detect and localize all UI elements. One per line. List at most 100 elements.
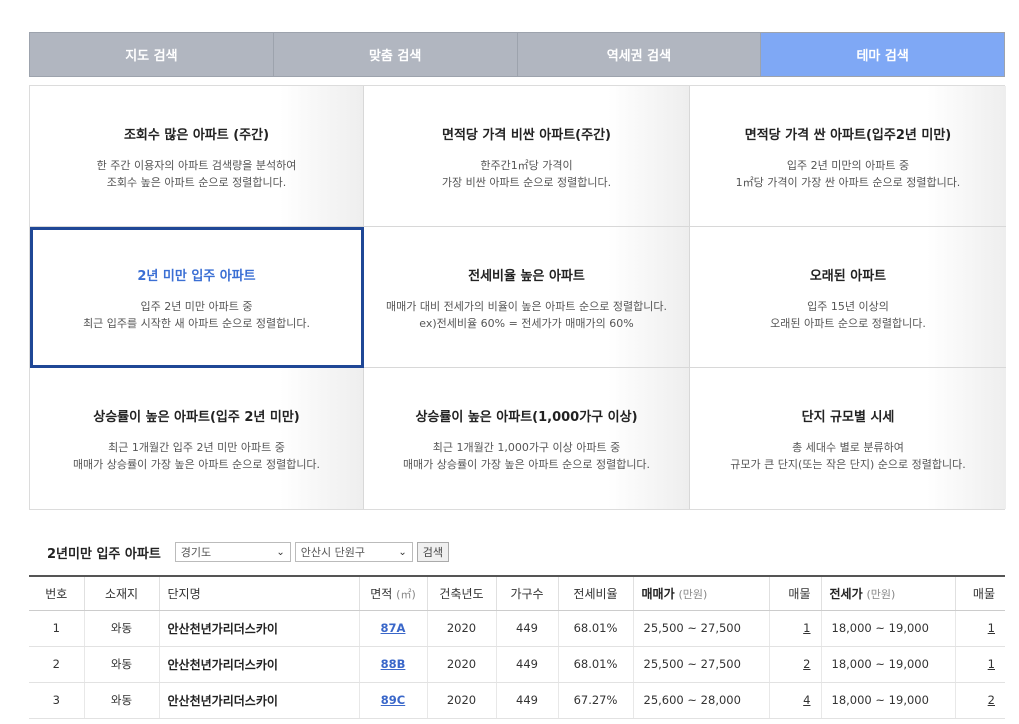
cell-ratio: 67.27%	[558, 682, 634, 719]
theme-desc: 입주 15년 이상의	[807, 300, 889, 313]
jeonse-listings-link[interactable]: 1	[988, 621, 995, 635]
col-area-unit: (㎡)	[396, 587, 416, 601]
chevron-down-icon: ⌄	[276, 546, 285, 558]
area-link[interactable]: 87A	[381, 621, 406, 635]
result-title: 2년미만 입주 아파트	[47, 546, 161, 562]
cell-location: 와동	[84, 646, 160, 683]
theme-desc: 입주 2년 미만 아파트 중	[140, 300, 253, 313]
cell-no: 3	[29, 682, 85, 719]
cell-name[interactable]: 안산천년가리더스카이	[159, 610, 360, 647]
theme-card-most-viewed[interactable]: 조회수 많은 아파트 (주간) 한 주간 이용자의 아파트 검색량을 분석하여 …	[30, 86, 364, 227]
col-location: 소재지	[84, 576, 160, 611]
theme-title: 면적당 가격 비싼 아파트(주간)	[442, 128, 611, 143]
sale-listings-link[interactable]: 4	[803, 693, 810, 707]
col-year: 건축년도	[427, 576, 497, 611]
cell-name[interactable]: 안산천년가리더스카이	[159, 682, 360, 719]
theme-grid: 조회수 많은 아파트 (주간) 한 주간 이용자의 아파트 검색량을 분석하여 …	[29, 85, 1006, 510]
col-name: 단지명	[159, 576, 360, 611]
col-jeonse-listings: 매물	[955, 576, 1005, 611]
cell-name[interactable]: 안산천년가리더스카이	[159, 646, 360, 683]
col-jeonse: 전세가 (만원)	[821, 576, 956, 611]
cell-jeonse-listings: 1	[955, 646, 1005, 683]
theme-desc: 입주 2년 미만의 아파트 중	[786, 159, 910, 172]
cell-households: 449	[496, 682, 559, 719]
chevron-down-icon: ⌄	[398, 546, 407, 558]
theme-card-rising-new[interactable]: 상승률이 높은 아파트(입주 2년 미만) 최근 1개월간 입주 2년 미만 아…	[30, 368, 364, 509]
province-value: 경기도	[180, 546, 212, 559]
cell-area: 89C	[359, 682, 428, 719]
cell-ratio: 68.01%	[558, 610, 634, 647]
cell-area: 88B	[359, 646, 428, 683]
tab-station-search[interactable]: 역세권 검색	[517, 33, 762, 76]
cell-no: 2	[29, 646, 85, 683]
search-button[interactable]: 검색	[416, 542, 450, 562]
province-select[interactable]: 경기도 ⌄	[174, 542, 291, 562]
cell-jeonse: 18,000 ~ 19,000	[821, 682, 956, 719]
cell-location: 와동	[84, 610, 160, 647]
theme-card-new-apartments[interactable]: 2년 미만 입주 아파트 입주 2년 미만 아파트 중 최근 입주를 시작한 새…	[30, 227, 364, 368]
jeonse-listings-link[interactable]: 2	[988, 693, 995, 707]
jeonse-listings-link[interactable]: 1	[988, 657, 995, 671]
tab-map-search[interactable]: 지도 검색	[30, 33, 274, 76]
tab-theme-search[interactable]: 테마 검색	[761, 33, 1004, 76]
cell-households: 449	[496, 610, 559, 647]
theme-desc: 조회수 높은 아파트 순으로 정렬합니다.	[106, 176, 287, 189]
theme-title: 상승률이 높은 아파트(1,000가구 이상)	[415, 410, 638, 425]
col-sale-label: 매매가	[641, 586, 675, 601]
theme-card-high-jeonse-ratio[interactable]: 전세비율 높은 아파트 매매가 대비 전세가의 비율이 높은 아파트 순으로 정…	[364, 227, 690, 368]
col-sale-unit: (만원)	[678, 587, 708, 601]
sale-listings-link[interactable]: 2	[803, 657, 810, 671]
theme-desc: 한주간1㎡당 가격이	[480, 159, 573, 172]
theme-card-cheap-per-area[interactable]: 면적당 가격 싼 아파트(입주2년 미만) 입주 2년 미만의 아파트 중 1㎡…	[690, 86, 1006, 227]
filter-bar: 2년미만 입주 아파트 경기도 ⌄ 안산시 단원구 ⌄ 검색	[47, 541, 450, 563]
theme-title: 조회수 많은 아파트 (주간)	[123, 128, 270, 143]
cell-year: 2020	[427, 610, 497, 647]
theme-title: 2년 미만 입주 아파트	[137, 269, 256, 284]
district-value: 안산시 단원구	[300, 546, 365, 559]
tab-custom-search[interactable]: 맞춤 검색	[273, 33, 518, 76]
table-row: 1 와동 안산천년가리더스카이 87A 2020 449 68.01% 25,5…	[29, 610, 1005, 647]
col-area[interactable]: 면적 (㎡)	[359, 576, 428, 611]
sale-listings-link[interactable]: 1	[803, 621, 810, 635]
col-ratio: 전세비율	[558, 576, 634, 611]
cell-jeonse: 18,000 ~ 19,000	[821, 610, 956, 647]
cell-sale-listings: 2	[769, 646, 822, 683]
theme-desc: ex)전세비율 60% = 전세가가 매매가의 60%	[419, 317, 634, 330]
theme-title: 단지 규모별 시세	[801, 410, 895, 425]
theme-desc: 매매가 상승률이 가장 높은 아파트 순으로 정렬합니다.	[72, 458, 321, 471]
theme-card-rising-large[interactable]: 상승률이 높은 아파트(1,000가구 이상) 최근 1개월간 1,000가구 …	[364, 368, 690, 509]
cell-area: 87A	[359, 610, 428, 647]
col-jeonse-unit: (만원)	[866, 587, 896, 601]
cell-year: 2020	[427, 682, 497, 719]
col-sale-listings: 매물	[769, 576, 822, 611]
theme-title: 전세비율 높은 아파트	[468, 269, 585, 284]
cell-jeonse: 18,000 ~ 19,000	[821, 646, 956, 683]
theme-desc: 매매가 상승률이 가장 높은 아파트 순으로 정렬합니다.	[402, 458, 651, 471]
area-link[interactable]: 89C	[381, 693, 405, 707]
theme-card-expensive-per-area[interactable]: 면적당 가격 비싼 아파트(주간) 한주간1㎡당 가격이 가장 비싼 아파트 순…	[364, 86, 690, 227]
theme-card-old-apartments[interactable]: 오래된 아파트 입주 15년 이상의 오래된 아파트 순으로 정렬합니다.	[690, 227, 1006, 368]
theme-title: 상승률이 높은 아파트(입주 2년 미만)	[93, 410, 300, 425]
district-select[interactable]: 안산시 단원구 ⌄	[294, 542, 413, 562]
col-jeonse-label: 전세가	[829, 586, 863, 601]
theme-desc: 최근 입주를 시작한 새 아파트 순으로 정렬합니다.	[83, 317, 310, 330]
theme-card-complex-size[interactable]: 단지 규모별 시세 총 세대수 별로 분류하여 규모가 큰 단지(또는 작은 단…	[690, 368, 1006, 509]
col-no: 번호	[29, 576, 85, 611]
cell-no: 1	[29, 610, 85, 647]
col-households: 가구수	[496, 576, 559, 611]
results-table: 번호 소재지 단지명 면적 (㎡) 건축년도 가구수 전세비율 매매가 (만원)…	[29, 575, 1005, 719]
table-header: 번호 소재지 단지명 면적 (㎡) 건축년도 가구수 전세비율 매매가 (만원)…	[29, 576, 1005, 611]
theme-desc: 규모가 큰 단지(또는 작은 단지) 순으로 정렬합니다.	[730, 458, 966, 471]
col-sale: 매매가 (만원)	[633, 576, 770, 611]
cell-households: 449	[496, 646, 559, 683]
theme-desc: 매매가 대비 전세가의 비율이 높은 아파트 순으로 정렬합니다.	[386, 300, 667, 313]
theme-desc: 한 주간 이용자의 아파트 검색량을 분석하여	[96, 159, 297, 172]
cell-sale: 25,600 ~ 28,000	[633, 682, 770, 719]
theme-desc: 최근 1개월간 입주 2년 미만 아파트 중	[108, 441, 285, 454]
search-tabs: 지도 검색 맞춤 검색 역세권 검색 테마 검색	[29, 32, 1005, 77]
theme-desc: 총 세대수 별로 분류하여	[792, 441, 904, 454]
cell-sale: 25,500 ~ 27,500	[633, 610, 770, 647]
cell-sale: 25,500 ~ 27,500	[633, 646, 770, 683]
table-row: 3 와동 안산천년가리더스카이 89C 2020 449 67.27% 25,6…	[29, 682, 1005, 719]
area-link[interactable]: 88B	[381, 657, 406, 671]
